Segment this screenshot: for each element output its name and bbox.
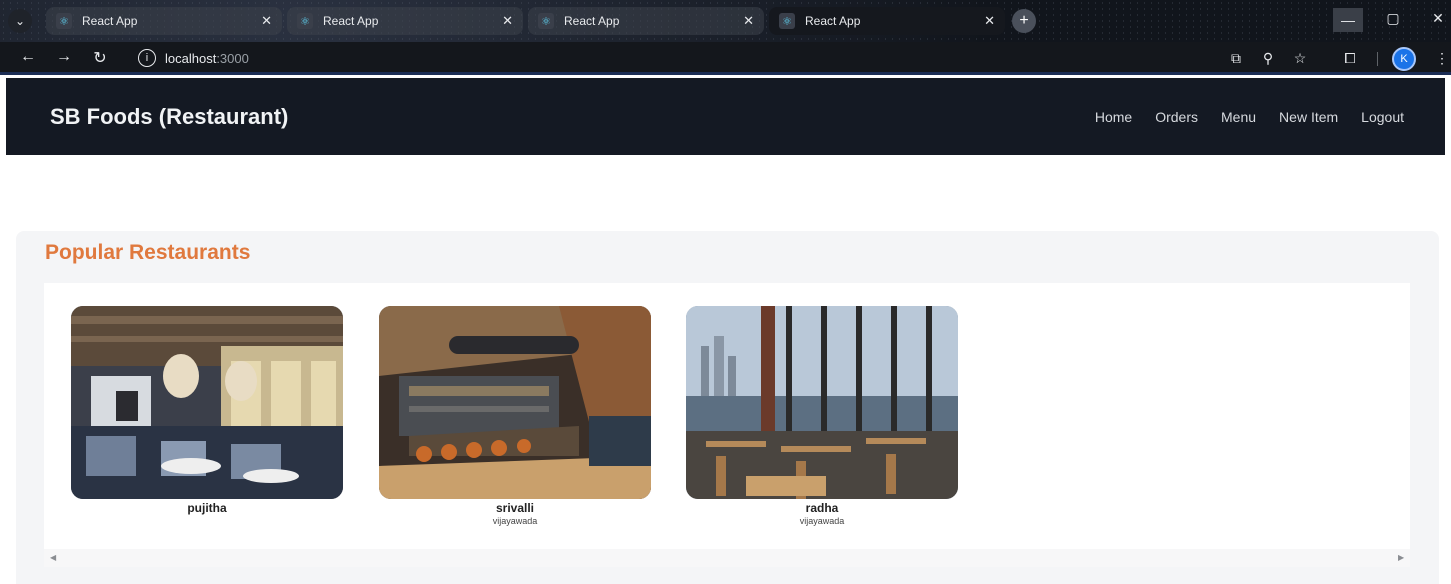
browser-toolbar: ← → ↻ i localhost :3000 ⧉ ⚲ ☆ ⧠ K ⋮: [0, 42, 1451, 75]
restore-icon[interactable]: ▢: [1378, 10, 1408, 27]
nav-link-new-item[interactable]: New Item: [1279, 109, 1338, 125]
kebab-menu-icon[interactable]: ⋮: [1432, 50, 1451, 67]
nav-link-home[interactable]: Home: [1095, 109, 1132, 125]
zoom-icon[interactable]: ⚲: [1258, 50, 1278, 67]
star-icon[interactable]: ☆: [1290, 50, 1310, 67]
new-tab-button[interactable]: +: [1012, 9, 1036, 33]
close-icon[interactable]: ✕: [743, 13, 754, 29]
restaurant-card[interactable]: srivalli vijayawada: [379, 306, 651, 526]
tab-title: React App: [323, 14, 379, 28]
restaurant-image[interactable]: [686, 306, 958, 499]
section-title: Popular Restaurants: [45, 241, 251, 264]
puzzle-icon[interactable]: ⧠: [1340, 50, 1360, 67]
install-app-icon[interactable]: ⧉: [1226, 50, 1246, 67]
scroll-left-icon[interactable]: ◀: [50, 553, 56, 562]
react-logo-icon: ⚛: [56, 13, 72, 29]
brand-title: SB Foods (Restaurant): [50, 103, 289, 129]
browser-tab-active[interactable]: ⚛ React App ✕: [769, 7, 1005, 35]
scroll-right-icon[interactable]: ▶: [1398, 553, 1404, 562]
restaurant-card[interactable]: pujitha: [71, 306, 343, 516]
restaurant-city: vijayawada: [492, 516, 538, 526]
restaurant-image[interactable]: [71, 306, 343, 499]
tab-title: React App: [805, 14, 861, 28]
nav-link-menu[interactable]: Menu: [1221, 109, 1256, 125]
browser-tab[interactable]: ⚛ React App ✕: [528, 7, 764, 35]
arrow-right-icon[interactable]: →: [53, 48, 75, 66]
profile-avatar[interactable]: K: [1392, 47, 1416, 71]
nav-link-logout[interactable]: Logout: [1361, 109, 1404, 125]
url-port: :3000: [216, 50, 249, 66]
url-host: localhost: [165, 50, 217, 66]
restaurant-card[interactable]: radha vijayawada: [686, 306, 958, 526]
tab-title: React App: [564, 14, 620, 28]
app-navbar: SB Foods (Restaurant) Home Orders Menu N…: [6, 78, 1445, 155]
popular-restaurants-section: Popular Restaurants pujitha srivalli vij…: [16, 231, 1439, 584]
close-icon[interactable]: ✕: [261, 13, 272, 29]
restaurant-name: srivalli: [495, 501, 535, 515]
window-close-icon[interactable]: ✕: [1423, 10, 1451, 27]
react-logo-icon: ⚛: [538, 13, 554, 29]
tab-title: React App: [82, 14, 138, 28]
browser-tab-strip: ⌄ ⚛ React App ✕ ⚛ React App ✕ ⚛ React Ap…: [0, 0, 1451, 42]
arrow-left-icon[interactable]: ←: [17, 48, 39, 66]
restaurant-city: vijayawada: [799, 516, 845, 526]
react-logo-icon: ⚛: [297, 13, 313, 29]
info-icon[interactable]: i: [138, 49, 156, 67]
reload-icon[interactable]: ↻: [89, 48, 111, 68]
restaurant-image[interactable]: [379, 306, 651, 499]
address-bar[interactable]: i localhost :3000: [128, 46, 1218, 70]
restaurant-scroller[interactable]: pujitha srivalli vijayawada radha vijaya…: [44, 283, 1410, 567]
react-logo-icon: ⚛: [779, 13, 795, 29]
restaurant-name: radha: [805, 501, 839, 515]
toolbar-separator: [1377, 52, 1378, 66]
browser-tab[interactable]: ⚛ React App ✕: [46, 7, 282, 35]
minimize-icon[interactable]: —: [1333, 8, 1363, 32]
nav-link-orders[interactable]: Orders: [1155, 109, 1198, 125]
horizontal-scrollbar[interactable]: ◀ ▶: [44, 549, 1410, 567]
restaurant-name: pujitha: [187, 501, 227, 515]
tab-search-icon[interactable]: ⌄: [8, 9, 32, 33]
close-icon[interactable]: ✕: [984, 13, 995, 29]
close-icon[interactable]: ✕: [502, 13, 513, 29]
nav-links: Home Orders Menu New Item Logout: [1095, 109, 1404, 125]
browser-tab[interactable]: ⚛ React App ✕: [287, 7, 523, 35]
